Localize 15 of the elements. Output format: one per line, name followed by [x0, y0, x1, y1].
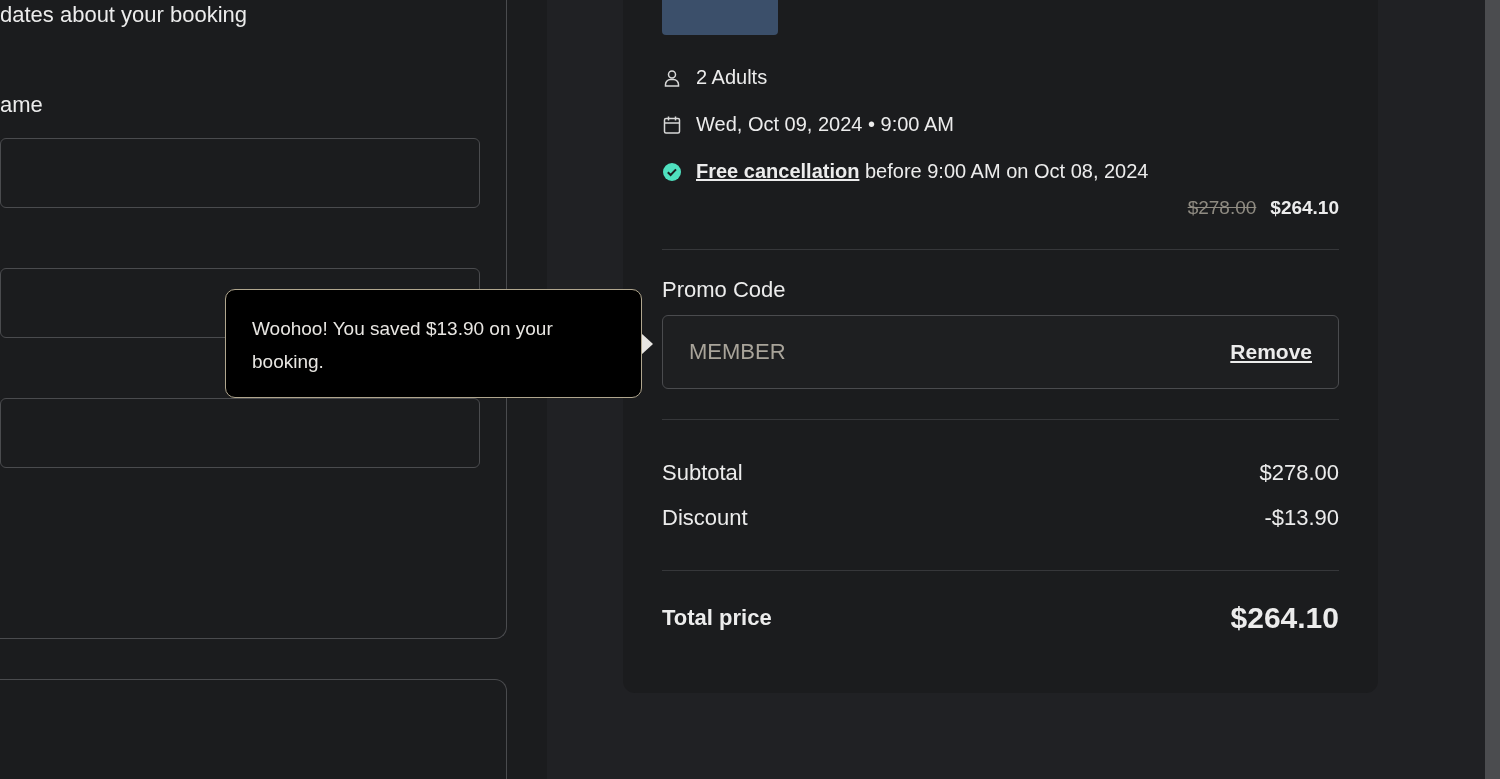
- detail-text: Wed, Oct 09, 2024 • 9:00 AM: [696, 113, 954, 136]
- detail-text: 2 Adults: [696, 66, 768, 89]
- total-value: $264.10: [1230, 601, 1339, 635]
- form-subtitle: dates about your booking: [0, 1, 249, 29]
- total-label: Total price: [662, 605, 772, 631]
- line-value: $278.00: [1259, 459, 1339, 486]
- field-label: ame: [0, 91, 44, 119]
- line-label: Discount: [662, 504, 748, 531]
- discounted-price: $264.10: [1270, 197, 1339, 219]
- line-label: Subtotal: [662, 459, 743, 486]
- original-price: $278.00: [1187, 197, 1257, 219]
- detail-text: Free cancellation before 9:00 AM on Oct 08, 2024: [696, 160, 1149, 183]
- promo-code-label: Promo Code: [662, 277, 787, 303]
- line-value: -$13.90: [1264, 504, 1339, 531]
- tooltip-text: Woohoo! You saved $13.90 on your booking.: [252, 317, 554, 374]
